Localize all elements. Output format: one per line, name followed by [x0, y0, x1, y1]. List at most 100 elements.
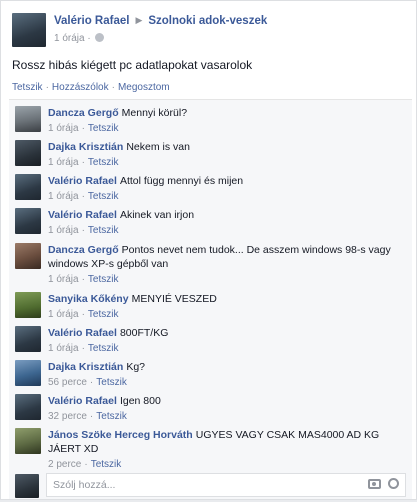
comment-like-link[interactable]: Tetszik — [91, 459, 122, 470]
author-name-link[interactable]: Valério Rafael — [54, 15, 129, 27]
comment-meta: 1 órája · Tetszik — [48, 224, 403, 238]
commenter-avatar[interactable] — [15, 140, 41, 166]
post-title-line: Valério Rafael ▶ Szolnoki adok-veszek — [54, 15, 267, 27]
comment-body: János Szöke Herceg Horváth UGYES VAGY CS… — [48, 428, 403, 472]
post-header: Valério Rafael ▶ Szolnoki adok-veszek 1 ór… — [1, 1, 416, 49]
comment-item: Dajka Krisztián Nekem is van 1 órája · Tet… — [9, 134, 412, 168]
group-name-link[interactable]: Szolnoki adok-veszek — [148, 15, 267, 27]
author-avatar[interactable] — [12, 13, 46, 47]
meta-separator: · — [81, 123, 85, 134]
meta-separator: · — [81, 274, 85, 285]
comment-like-link[interactable]: Tetszik — [88, 343, 119, 354]
comment-time[interactable]: 1 órája — [48, 274, 79, 285]
comment-item: Valério Rafael Attol függ mennyi és mije… — [9, 168, 412, 202]
like-link[interactable]: Tetszik — [12, 82, 43, 93]
comment-like-link[interactable]: Tetszik — [88, 191, 119, 202]
comment-body: Dancza Gergő Mennyi körül? 1 órája · Tetsz… — [48, 106, 403, 136]
comment-body: Dajka Krisztián Nekem is van 1 órája · Tet… — [48, 140, 403, 170]
comment-input[interactable]: Szólj hozzá... — [46, 473, 406, 497]
comment-like-link[interactable]: Tetszik — [88, 157, 119, 168]
comment-text: Igen 800 — [119, 395, 161, 407]
arrow-right-icon: ▶ — [135, 15, 143, 25]
commenter-name[interactable]: Valério Rafael — [48, 209, 117, 221]
comment-body: Valério Rafael Akinek van irjon 1 órája ·… — [48, 208, 403, 238]
comment-item: Dancza Gergő Pontos nevet nem tudok... D… — [9, 237, 412, 285]
comment-body: Dajka Krisztián Kg? 56 perce · Tetszik — [48, 360, 403, 390]
comment-body: Valério Rafael Igen 800 32 perce · Tetszik — [48, 394, 403, 424]
commenter-name[interactable]: Dajka Krisztián — [48, 361, 123, 373]
comment-item: Sanyika Kőkény MENYIÉ VESZED 1 órája · Tet… — [9, 286, 412, 320]
comment-item: Valério Rafael 800FT/KG 1 órája · Tetszik — [9, 320, 412, 354]
commenter-avatar[interactable] — [15, 326, 41, 352]
commenter-avatar[interactable] — [15, 360, 41, 386]
comment-like-link[interactable]: Tetszik — [88, 123, 119, 134]
commenter-avatar[interactable] — [15, 243, 41, 269]
comment-item: Dajka Krisztián Kg? 56 perce · Tetszik — [9, 354, 412, 388]
comment-time[interactable]: 1 órája — [48, 123, 79, 134]
comment-meta: 1 órája · Tetszik — [48, 273, 403, 287]
commenter-avatar[interactable] — [15, 394, 41, 420]
comment-time[interactable]: 32 perce — [48, 411, 87, 422]
comment-item: Valério Rafael Igen 800 32 perce · Tetszik — [9, 388, 412, 422]
commenter-avatar[interactable] — [15, 208, 41, 234]
commenter-name[interactable]: Dajka Krisztián — [48, 141, 123, 153]
comment-like-link[interactable]: Tetszik — [88, 274, 119, 285]
comment-item: Dancza Gergő Mennyi körül? 1 órája · Tetsz… — [9, 100, 412, 134]
commenter-name[interactable]: Dancza Gergő — [48, 107, 119, 119]
comment-body: Valério Rafael 800FT/KG 1 órája · Tetszik — [48, 326, 403, 356]
comment-body: Dancza Gergő Pontos nevet nem tudok... D… — [48, 243, 403, 287]
meta-separator: · — [81, 309, 85, 320]
comment-item: Valério Rafael Akinek van irjon 1 órája ·… — [9, 202, 412, 236]
comment-time[interactable]: 1 órája — [48, 157, 79, 168]
comment-like-link[interactable]: Tetszik — [88, 309, 119, 320]
commenter-name[interactable]: Sanyika Kőkény — [48, 293, 129, 305]
comment-list: Dancza Gergő Mennyi körül? 1 órája · Tetsz… — [9, 99, 412, 499]
share-link[interactable]: Megosztom — [118, 82, 170, 93]
comment-text: Attol függ mennyi és mijen — [119, 175, 244, 187]
comment-text: Akinek van irjon — [119, 209, 195, 221]
comment-text: Nekem is van — [126, 141, 190, 153]
commenter-name[interactable]: Dancza Gergő — [48, 244, 119, 256]
comment-composer: Szólj hozzá... — [9, 470, 412, 502]
comment-text: MENYIÉ VESZED — [131, 293, 217, 305]
meta-separator: · — [81, 191, 85, 202]
meta-separator: · — [89, 377, 94, 388]
globe-icon — [95, 33, 105, 42]
commenter-name[interactable]: Valério Rafael — [48, 395, 117, 407]
commenter-name[interactable]: Valério Rafael — [48, 327, 117, 339]
comment-item: János Szöke Herceg Horváth UGYES VAGY CS… — [9, 422, 412, 470]
meta-separator: · — [81, 343, 85, 354]
comment-link[interactable]: Hozzászólok — [52, 82, 109, 93]
commenter-avatar[interactable] — [15, 174, 41, 200]
emoji-icon[interactable] — [388, 478, 399, 489]
meta-separator: · — [84, 459, 88, 470]
action-separator: · — [111, 82, 115, 93]
current-user-avatar — [15, 474, 39, 498]
post-actions: Tetszik · Hozzászólok · Megosztom — [12, 82, 170, 93]
post-card: Valério Rafael ▶ Szolnoki adok-veszek 1 ór… — [0, 0, 417, 500]
meta-separator: · — [89, 411, 94, 422]
comment-time[interactable]: 1 órája — [48, 225, 79, 236]
commenter-name[interactable]: Valério Rafael — [48, 175, 117, 187]
post-timestamp[interactable]: 1 órája — [54, 33, 85, 44]
meta-separator: · — [81, 225, 85, 236]
comment-time[interactable]: 56 perce — [48, 377, 87, 388]
commenter-avatar[interactable] — [15, 428, 41, 454]
meta-separator: · — [87, 33, 91, 44]
comment-time[interactable]: 1 órája — [48, 343, 79, 354]
comment-like-link[interactable]: Tetszik — [88, 225, 119, 236]
post-meta: 1 órája · — [54, 33, 105, 44]
comment-time[interactable]: 1 órája — [48, 191, 79, 202]
commenter-avatar[interactable] — [15, 292, 41, 318]
commenter-name[interactable]: János Szöke Herceg Horváth — [48, 429, 193, 441]
comment-like-link[interactable]: Tetszik — [96, 377, 127, 388]
comment-time[interactable]: 2 perce — [48, 459, 81, 470]
comment-like-link[interactable]: Tetszik — [96, 411, 127, 422]
comment-time[interactable]: 1 órája — [48, 309, 79, 320]
camera-icon[interactable] — [368, 479, 381, 489]
commenter-avatar[interactable] — [15, 106, 41, 132]
action-separator: · — [45, 82, 49, 93]
comment-input-placeholder: Szólj hozzá... — [53, 479, 116, 491]
comment-text: 800FT/KG — [119, 327, 169, 339]
meta-separator: · — [81, 157, 85, 168]
